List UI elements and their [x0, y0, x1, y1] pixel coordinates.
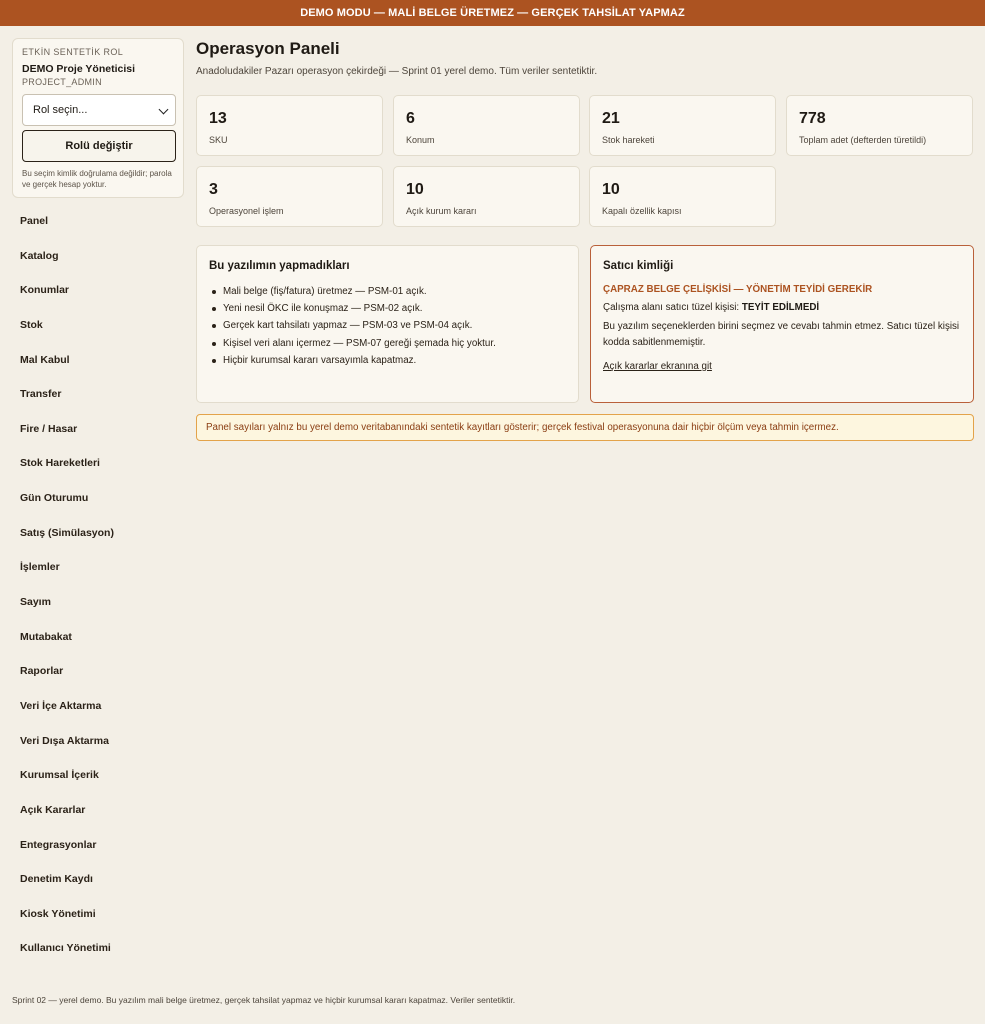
sidebar-item-fire-hasar[interactable]: Fire / Hasar	[20, 412, 180, 447]
stat-card-stok-hareketi: 21 Stok hareketi	[589, 95, 776, 156]
stat-label: Toplam adet (defterden türetildi)	[799, 135, 927, 145]
list-item: Gerçek kart tahsilatı yapmaz — PSM-03 ve…	[209, 317, 566, 334]
not-doing-card: Bu yazılımın yapmadıkları Mali belge (fi…	[196, 245, 579, 403]
sidebar-item-islemler[interactable]: İşlemler	[20, 550, 180, 585]
stat-value: 10	[406, 181, 424, 198]
data-notice: Panel sayıları yalnız bu yerel demo veri…	[196, 414, 974, 441]
sidebar-item-veri-disa-aktarma[interactable]: Veri Dışa Aktarma	[20, 724, 180, 759]
sidebar-item-veri-ice-aktarma[interactable]: Veri İçe Aktarma	[20, 689, 180, 724]
stat-label: SKU	[209, 135, 228, 145]
stat-value: 778	[799, 110, 826, 127]
sidebar-item-raporlar[interactable]: Raporlar	[20, 654, 180, 689]
sidebar-item-transfer[interactable]: Transfer	[20, 377, 180, 412]
sidebar-item-kiosk-yonetimi[interactable]: Kiosk Yönetimi	[20, 897, 180, 932]
seller-title: Satıcı kimliği	[603, 260, 674, 272]
sidebar-item-stok-hareketleri[interactable]: Stok Hareketleri	[20, 446, 180, 481]
list-item: Mali belge (fiş/fatura) üretmez — PSM-01…	[209, 283, 566, 300]
sidebar-item-stok[interactable]: Stok	[20, 308, 180, 343]
seller-identity-card: Satıcı kimliği ÇAPRAZ BELGE ÇELİŞKİSİ — …	[590, 245, 974, 403]
role-select[interactable]: Rol seçin...	[22, 94, 176, 126]
seller-body: Bu yazılım seçeneklerden birini seçmez v…	[603, 321, 960, 348]
sidebar-item-mutabakat[interactable]: Mutabakat	[20, 620, 180, 655]
seller-status-value: TEYİT EDİLMEDİ	[741, 302, 820, 313]
role-name: DEMO Proje Yöneticisi	[22, 63, 136, 75]
stat-value: 21	[602, 110, 620, 127]
role-code: PROJECT_ADMIN	[22, 77, 102, 87]
stat-label: Kapalı özellik kapısı	[602, 206, 682, 216]
chevron-down-icon	[158, 104, 169, 115]
stat-label: Stok hareketi	[602, 135, 655, 145]
page-subtitle: Anadoludakiler Pazarı operasyon çekirdeğ…	[196, 66, 598, 77]
stat-card-kapali-ozellik-kapisi: 10 Kapalı özellik kapısı	[589, 166, 776, 227]
not-doing-title: Bu yazılımın yapmadıkları	[209, 260, 350, 272]
sidebar-item-kullanici-yonetimi[interactable]: Kullanıcı Yönetimi	[20, 931, 180, 966]
seller-status-line: Çalışma alanı satıcı tüzel kişisi: TEYİT…	[603, 302, 961, 313]
stat-value: 13	[209, 110, 227, 127]
main-header: Operasyon Paneli Anadoludakiler Pazarı o…	[196, 38, 974, 77]
footer-text: Sprint 02 — yerel demo. Bu yazılım mali …	[12, 995, 516, 1005]
list-item: Kişisel veri alanı içermez — PSM-07 gere…	[209, 335, 566, 352]
sidebar-item-sayim[interactable]: Sayım	[20, 585, 180, 620]
sidebar-item-katalog[interactable]: Katalog	[20, 239, 180, 274]
stat-value: 10	[602, 181, 620, 198]
page-title: Operasyon Paneli	[196, 39, 340, 58]
stat-value: 6	[406, 110, 415, 127]
sidebar-item-konumlar[interactable]: Konumlar	[20, 273, 180, 308]
not-doing-list: Mali belge (fiş/fatura) üretmez — PSM-01…	[209, 283, 566, 369]
stat-value: 3	[209, 181, 218, 198]
role-panel: ETKİN SENTETİK ROL DEMO Proje Yöneticisi…	[12, 38, 184, 198]
sidebar-item-gun-oturumu[interactable]: Gün Oturumu	[20, 481, 180, 516]
stat-card-toplam-adet: 778 Toplam adet (defterden türetildi)	[786, 95, 973, 156]
list-item: Yeni nesil ÖKC ile konuşmaz — PSM-02 açı…	[209, 300, 566, 317]
role-kicker: ETKİN SENTETİK ROL	[22, 47, 124, 57]
sidebar-item-mal-kabul[interactable]: Mal Kabul	[20, 343, 180, 378]
sidebar-item-satis-simulasyon[interactable]: Satış (Simülasyon)	[20, 516, 180, 551]
seller-warning: ÇAPRAZ BELGE ÇELİŞKİSİ — YÖNETİM TEYİDİ …	[603, 284, 873, 295]
sidebar-item-acik-kararlar[interactable]: Açık Kararlar	[20, 793, 180, 828]
demo-banner: DEMO MODU — MALİ BELGE ÜRETMEZ — GERÇEK …	[0, 0, 985, 26]
sidebar-item-denetim-kaydi[interactable]: Denetim Kaydı	[20, 862, 180, 897]
stat-card-konum: 6 Konum	[393, 95, 580, 156]
stat-label: Operasyonel işlem	[209, 206, 284, 216]
stat-card-sku: 13 SKU	[196, 95, 383, 156]
stat-card-operasyonel-islem: 3 Operasyonel işlem	[196, 166, 383, 227]
sidebar-nav: Panel Katalog Konumlar Stok Mal Kabul Tr…	[20, 204, 180, 966]
stat-label: Açık kurum kararı	[406, 206, 477, 216]
change-role-button[interactable]: Rolü değiştir	[22, 130, 176, 162]
sidebar-item-panel[interactable]: Panel	[20, 204, 180, 239]
stat-card-acik-kurum-karari: 10 Açık kurum kararı	[393, 166, 580, 227]
seller-status-prefix: Çalışma alanı satıcı tüzel kişisi:	[603, 302, 740, 313]
list-item: Hiçbir kurumsal kararı varsayımla kapatm…	[209, 352, 566, 369]
sidebar-item-kurumsal-icerik[interactable]: Kurumsal İçerik	[20, 758, 180, 793]
sidebar-item-entegrasyonlar[interactable]: Entegrasyonlar	[20, 828, 180, 863]
role-note: Bu seçim kimlik doğrulama değildir; paro…	[22, 169, 172, 189]
role-select-value: Rol seçin...	[33, 104, 88, 116]
stat-label: Konum	[406, 135, 435, 145]
open-decisions-link[interactable]: Açık kararlar ekranına git	[603, 361, 712, 372]
